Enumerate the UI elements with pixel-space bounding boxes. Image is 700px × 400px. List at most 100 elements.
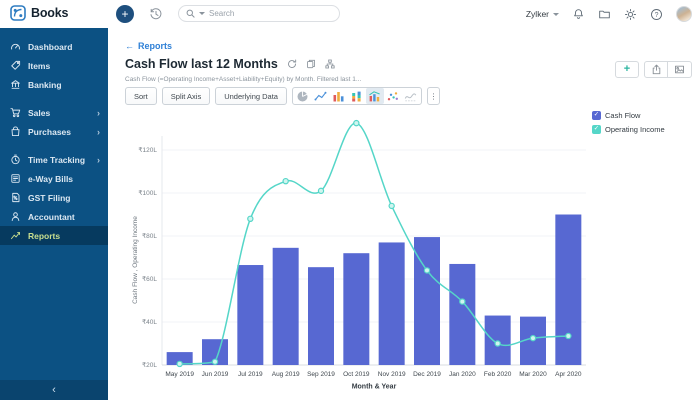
chart-legend: ✓ Cash Flow ✓ Operating Income: [592, 111, 665, 134]
report-subtitle: Cash Flow (=Operating Income+Asset+Liabi…: [125, 76, 361, 83]
main-content: ← Reports Cash Flow last 12 Months Cash …: [108, 28, 700, 400]
svg-text:May 2019: May 2019: [165, 371, 194, 378]
recent-history-button[interactable]: [149, 7, 163, 21]
export-button[interactable]: [644, 61, 668, 78]
svg-text:Month & Year: Month & Year: [352, 384, 397, 391]
svg-text:Dec 2019: Dec 2019: [413, 371, 441, 378]
svg-text:Jan 2020: Jan 2020: [449, 371, 476, 378]
tax-file-icon: [10, 192, 21, 203]
question-icon: ?: [650, 8, 663, 21]
global-search[interactable]: [178, 5, 340, 22]
topbar: Books + Zylker: [0, 0, 700, 28]
sidebar: Dashboard Items Banking Sales › Purcha: [0, 28, 108, 400]
bag-icon: [10, 126, 21, 137]
line-chart-icon: [10, 230, 21, 241]
svg-text:₹80L: ₹80L: [142, 233, 157, 240]
trend-chart-icon[interactable]: [402, 88, 420, 104]
documents-button[interactable]: [598, 8, 611, 21]
stacked-bar-icon[interactable]: [348, 88, 366, 104]
scatter-chart-icon[interactable]: [384, 88, 402, 104]
svg-text:₹20L: ₹20L: [142, 362, 157, 369]
svg-text:Jun 2019: Jun 2019: [202, 371, 229, 378]
user-avatar[interactable]: [676, 6, 692, 22]
more-options-button[interactable]: ⋮: [427, 87, 440, 105]
cashflow-chart: ₹20L₹40L₹60L₹80L₹100L₹120LMay 2019Jun 20…: [128, 110, 588, 395]
plus-icon: +: [624, 64, 630, 75]
legend-swatch-checkbox: ✓: [592, 125, 601, 134]
chevron-right-icon: ›: [97, 155, 100, 165]
chevron-left-icon: ‹: [52, 384, 56, 396]
chart-canvas: ₹20L₹40L₹60L₹80L₹100L₹120LMay 2019Jun 20…: [128, 110, 588, 395]
export-image-button[interactable]: [668, 61, 692, 78]
flow-share-icon: [325, 59, 335, 69]
search-icon: [186, 9, 195, 18]
svg-text:Jul 2019: Jul 2019: [238, 371, 263, 378]
cart-icon: [10, 107, 21, 118]
back-arrow-icon: ←: [125, 41, 134, 51]
sidebar-item-gst-filing[interactable]: GST Filing: [0, 188, 108, 207]
svg-text:?: ?: [655, 11, 659, 18]
svg-text:₹120L: ₹120L: [138, 147, 157, 154]
notifications-button[interactable]: [572, 8, 585, 21]
share-to-dashboard-button[interactable]: [325, 59, 335, 69]
sidebar-collapse-button[interactable]: ‹: [0, 380, 108, 400]
chevron-right-icon: ›: [97, 127, 100, 137]
app-name: Books: [31, 6, 68, 20]
svg-text:Mar 2020: Mar 2020: [519, 371, 547, 378]
search-input[interactable]: [209, 9, 332, 18]
stopwatch-icon: [10, 154, 21, 165]
refresh-icon: [287, 59, 297, 69]
sidebar-item-time-tracking[interactable]: Time Tracking ›: [0, 150, 108, 169]
sidebar-item-banking[interactable]: Banking: [0, 75, 108, 94]
combo-chart-icon[interactable]: [366, 88, 384, 104]
org-selector[interactable]: Zylker: [526, 9, 559, 19]
folder-icon: [598, 8, 611, 21]
legend-item-cash-flow[interactable]: ✓ Cash Flow: [592, 111, 665, 120]
add-widget-button[interactable]: +: [615, 61, 639, 78]
svg-text:Aug 2019: Aug 2019: [272, 371, 300, 378]
underlying-data-button[interactable]: Underlying Data: [215, 87, 287, 105]
export-icon: [651, 64, 662, 75]
sidebar-item-eway-bills[interactable]: e-Way Bills: [0, 169, 108, 188]
image-export-icon: [674, 64, 685, 75]
sidebar-item-items[interactable]: Items: [0, 56, 108, 75]
sidebar-item-purchases[interactable]: Purchases ›: [0, 122, 108, 141]
bell-icon: [572, 8, 585, 21]
split-axis-button[interactable]: Split Axis: [162, 87, 210, 105]
line-chart-type-icon[interactable]: [312, 88, 330, 104]
chart-toolbar: Sort Split Axis Underlying Data: [125, 87, 440, 105]
pie-chart-icon[interactable]: [294, 88, 312, 104]
svg-text:₹40L: ₹40L: [142, 319, 157, 326]
refresh-button[interactable]: [287, 59, 297, 69]
help-button[interactable]: ?: [650, 8, 663, 21]
copy-icon: [306, 59, 316, 69]
org-name: Zylker: [526, 9, 549, 19]
copy-button[interactable]: [306, 59, 316, 69]
legend-swatch-checkbox: ✓: [592, 111, 601, 120]
search-scope-caret-icon[interactable]: [199, 12, 205, 15]
svg-text:Apr 2020: Apr 2020: [555, 371, 582, 378]
plus-icon: +: [121, 8, 128, 20]
settings-button[interactable]: [624, 8, 637, 21]
legend-item-operating-income[interactable]: ✓ Operating Income: [592, 125, 665, 134]
gear-icon: [624, 8, 637, 21]
sidebar-item-dashboard[interactable]: Dashboard: [0, 37, 108, 56]
quick-add-button[interactable]: +: [116, 5, 134, 23]
sidebar-item-sales[interactable]: Sales ›: [0, 103, 108, 122]
chevron-down-icon: [553, 13, 559, 16]
sidebar-item-accountant[interactable]: Accountant: [0, 207, 108, 226]
gauge-icon: [10, 41, 21, 52]
books-logo-icon: [10, 5, 26, 21]
bank-icon: [10, 79, 21, 90]
back-to-reports-link[interactable]: ← Reports: [125, 41, 172, 51]
svg-text:Nov 2019: Nov 2019: [378, 371, 406, 378]
app-logo[interactable]: Books: [10, 5, 68, 21]
report-title: Cash Flow last 12 Months: [125, 57, 278, 71]
kebab-menu-icon: ⋮: [429, 92, 437, 101]
sort-button[interactable]: Sort: [125, 87, 157, 105]
svg-text:Cash Flow , Operating Income: Cash Flow , Operating Income: [132, 216, 139, 304]
sidebar-item-reports[interactable]: Reports: [0, 226, 108, 245]
bill-icon: [10, 173, 21, 184]
bar-chart-type-icon[interactable]: [330, 88, 348, 104]
tag-icon: [10, 60, 21, 71]
